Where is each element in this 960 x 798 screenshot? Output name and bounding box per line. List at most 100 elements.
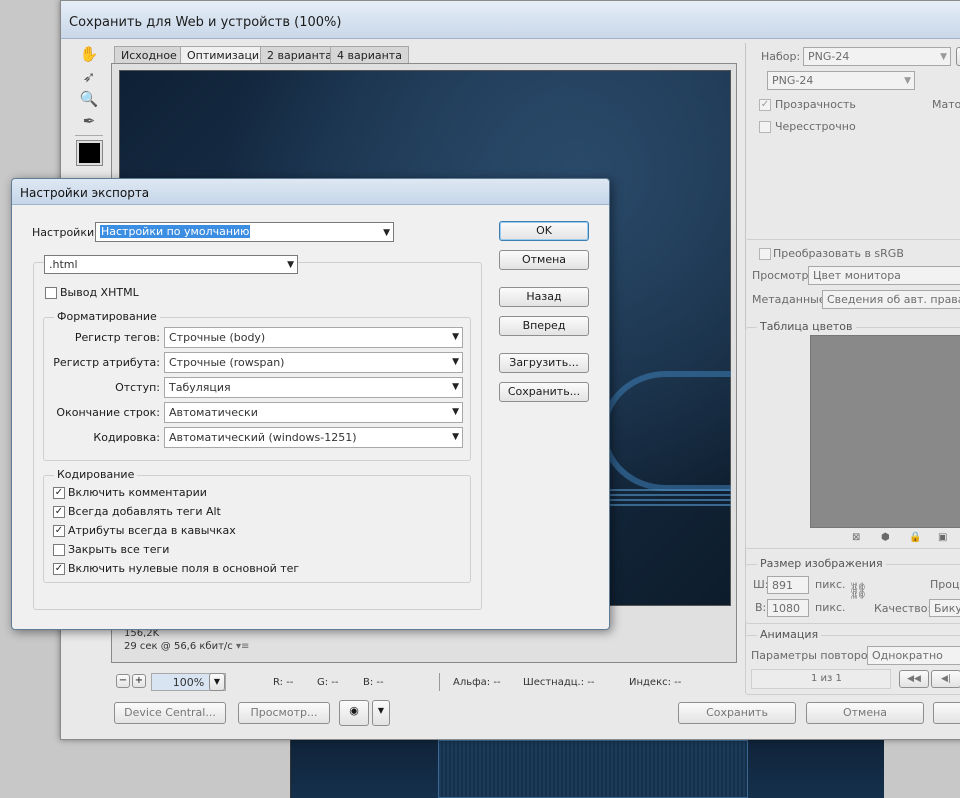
zoom-dropdown-button[interactable]: ▼ xyxy=(209,673,225,691)
download-time-info: 29 сек @ 56,6 кбит/с xyxy=(124,641,233,652)
encoding-value: Автоматический (windows-1251) xyxy=(169,431,357,444)
preset-select-value: PNG-24 xyxy=(808,50,850,63)
tag-case-select[interactable]: Строчные (body) ▼ xyxy=(164,327,463,348)
quality-label: Качество: xyxy=(874,602,932,615)
height-label: В: xyxy=(755,601,767,614)
ok-button[interactable]: OK xyxy=(499,221,589,241)
preset-select[interactable]: PNG-24 ▼ xyxy=(803,47,951,66)
chevron-down-icon: ▼ xyxy=(452,407,459,417)
encoding-label: Кодировка: xyxy=(93,431,160,444)
interlaced-checkbox[interactable] xyxy=(759,121,771,133)
settings-select[interactable]: Настройки по умолчанию ▼ xyxy=(95,222,394,242)
preview-in-browser-button[interactable]: Просмотр... xyxy=(238,702,330,724)
interlaced-label: Чересстрочно xyxy=(775,120,856,133)
first-frame-button[interactable]: ◀◀ xyxy=(899,670,929,688)
web-shift-icon[interactable]: ⬢ xyxy=(881,532,890,543)
tab-optimized[interactable]: Оптимизация xyxy=(180,46,273,64)
zoom-tool-icon[interactable]: 🔍 xyxy=(78,88,100,110)
device-central-button[interactable]: Device Central... xyxy=(114,702,226,724)
zero-margins-label: Включить нулевые поля в основной тег xyxy=(68,562,300,575)
blue-readout: B: -- xyxy=(363,677,384,688)
tab-4-up[interactable]: 4 варианта xyxy=(330,46,409,64)
hex-readout: Шестнадц.: -- xyxy=(523,677,595,688)
color-table-title: Таблица цветов xyxy=(757,320,856,333)
done-button[interactable] xyxy=(933,702,960,724)
map-transparent-icon[interactable]: ⊠ xyxy=(852,532,860,543)
cancel-button[interactable]: Отмена xyxy=(806,702,924,724)
quality-select[interactable]: Бику xyxy=(929,599,960,617)
indent-select[interactable]: Табуляция ▼ xyxy=(164,377,463,398)
preset-label: Набор: xyxy=(761,50,801,63)
quote-attributes-label: Атрибуты всегда в кавычках xyxy=(68,524,236,537)
coding-title: Кодирование xyxy=(54,468,138,481)
color-table-grid[interactable] xyxy=(810,335,960,528)
tab-2-up[interactable]: 2 варианта xyxy=(260,46,339,64)
settings-type-select[interactable]: .html ▼ xyxy=(44,255,298,274)
window-titlebar: Сохранить для Web и устройств (100%) xyxy=(61,1,960,39)
format-select-value: PNG-24 xyxy=(772,74,814,87)
save-button[interactable]: Сохранить xyxy=(678,702,796,724)
include-comments-checkbox[interactable]: ✓ xyxy=(53,487,65,499)
slice-select-tool-icon[interactable]: ➶ xyxy=(78,66,100,88)
save-settings-button[interactable]: Сохранить... xyxy=(499,382,589,402)
zoom-in-button[interactable]: + xyxy=(132,674,146,688)
always-add-alt-checkbox[interactable]: ✓ xyxy=(53,506,65,518)
hand-tool-icon[interactable]: ✋ xyxy=(78,43,100,65)
lock-icon[interactable]: 🔒 xyxy=(909,532,921,543)
chevron-down-icon: ▼ xyxy=(904,76,911,86)
browser-icon[interactable]: ◉ xyxy=(339,700,369,726)
percent-label: Проце xyxy=(930,578,960,591)
chevron-down-icon: ▼ xyxy=(287,260,294,270)
previous-frame-button[interactable]: ◀| xyxy=(931,670,960,688)
formatting-title: Форматирование xyxy=(54,310,160,323)
tab-original[interactable]: Исходное xyxy=(114,46,184,64)
convert-srgb-label: Преобразовать в sRGB xyxy=(773,247,904,260)
cancel-button[interactable]: Отмена xyxy=(499,250,589,270)
eyedropper-color-swatch[interactable] xyxy=(76,140,103,166)
tag-case-label: Регистр тегов: xyxy=(74,331,160,344)
convert-srgb-checkbox[interactable] xyxy=(759,248,771,260)
close-all-tags-checkbox[interactable] xyxy=(53,544,65,556)
encoding-select[interactable]: Автоматический (windows-1251) ▼ xyxy=(164,427,463,448)
chevron-down-icon: ▼ xyxy=(452,432,459,442)
width-input[interactable]: 891 xyxy=(767,576,809,594)
line-endings-value: Автоматически xyxy=(169,406,258,419)
settings-select-value: Настройки по умолчанию xyxy=(100,225,251,238)
attribute-case-select[interactable]: Строчные (rowspan) ▼ xyxy=(164,352,463,373)
zero-margins-checkbox[interactable]: ✓ xyxy=(53,563,65,575)
readout-divider xyxy=(439,673,440,691)
matte-label: Матов xyxy=(932,98,960,111)
settings-label: Настройки: xyxy=(32,226,98,239)
window-title: Сохранить для Web и устройств (100%) xyxy=(69,15,342,30)
new-color-icon[interactable]: ▣ xyxy=(938,532,947,543)
preview-mode-select[interactable]: Цвет монитора xyxy=(808,266,960,285)
height-input[interactable]: 1080 xyxy=(767,599,809,617)
status-menu-icon[interactable]: ▾≡ xyxy=(236,641,249,652)
back-button[interactable]: Назад xyxy=(499,287,589,307)
chevron-down-icon: ▼ xyxy=(452,382,459,392)
transparency-checkbox[interactable]: ✓ xyxy=(759,99,771,111)
preview-image-detail xyxy=(601,371,731,491)
forward-button[interactable]: Вперед xyxy=(499,316,589,336)
chevron-down-icon: ▼ xyxy=(452,332,459,342)
green-readout: G: -- xyxy=(317,677,339,688)
chevron-down-icon: ▼ xyxy=(452,357,459,367)
attribute-case-value: Строчные (rowspan) xyxy=(169,356,285,369)
metadata-select[interactable]: Сведения об авт. правах xyxy=(822,290,960,309)
height-units-label: пикс. xyxy=(815,601,846,614)
quote-attributes-checkbox[interactable]: ✓ xyxy=(53,525,65,537)
loop-select[interactable]: Однократно xyxy=(867,646,960,665)
load-button[interactable]: Загрузить... xyxy=(499,353,589,373)
xhtml-output-checkbox[interactable] xyxy=(45,287,57,299)
eyedropper-tool-icon[interactable]: ✒ xyxy=(78,110,100,132)
frame-counter: 1 из 1 xyxy=(811,673,842,684)
line-endings-select[interactable]: Автоматически ▼ xyxy=(164,402,463,423)
browser-dropdown-button[interactable]: ▼ xyxy=(372,700,390,726)
constrain-proportions-icon[interactable]: ⛓ xyxy=(848,581,868,600)
xhtml-output-label: Вывод XHTML xyxy=(60,286,139,299)
preset-menu-button[interactable]: ≡ xyxy=(956,47,960,66)
red-readout: R: -- xyxy=(273,677,294,688)
format-select[interactable]: PNG-24 ▼ xyxy=(767,71,915,90)
dialog-titlebar: Настройки экспорта xyxy=(12,179,609,205)
zoom-out-button[interactable]: − xyxy=(116,674,130,688)
